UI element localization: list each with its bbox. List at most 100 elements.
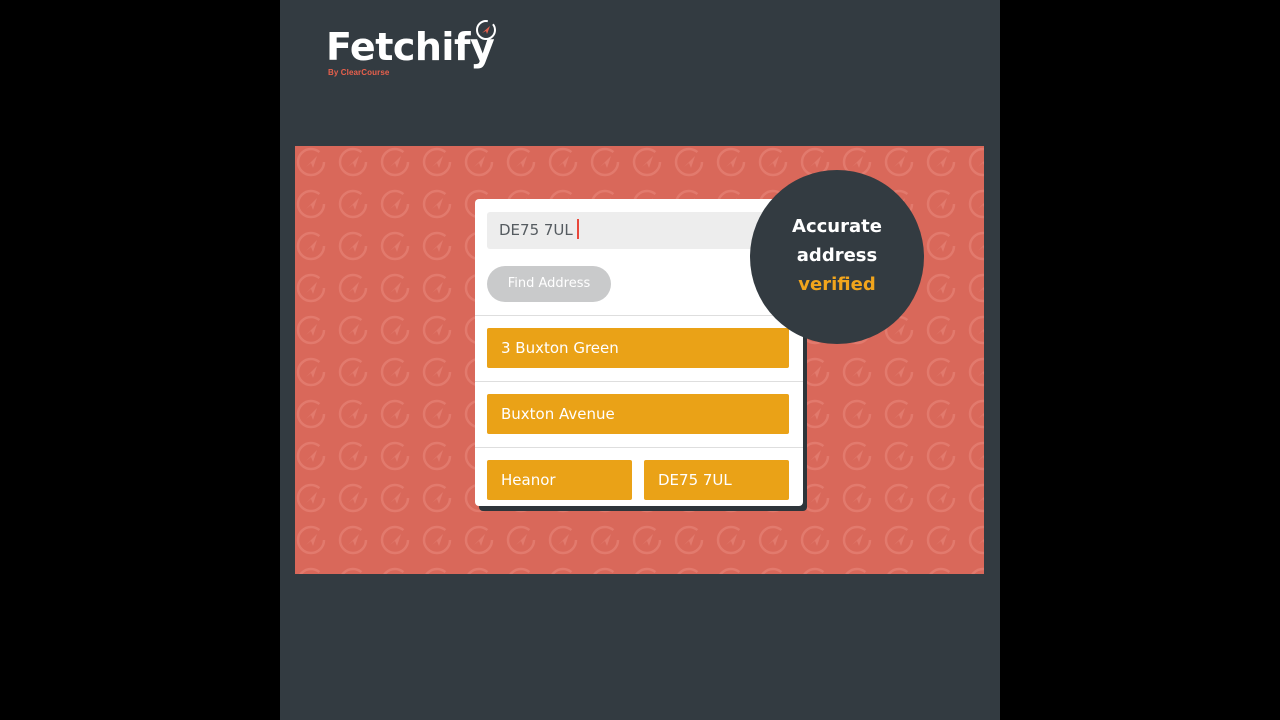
compass-icon — [422, 231, 452, 261]
compass-icon — [338, 357, 368, 387]
compass-icon — [338, 273, 368, 303]
compass-icon — [338, 441, 368, 471]
compass-icon — [422, 525, 452, 555]
compass-icon — [338, 147, 368, 177]
compass-icon — [803, 567, 827, 574]
compass-icon — [968, 147, 984, 177]
compass-icon — [926, 315, 956, 345]
compass-icon — [380, 231, 410, 261]
compass-icon — [296, 315, 326, 345]
town-field[interactable]: Heanor — [487, 460, 632, 500]
find-address-button[interactable]: Find Address — [487, 266, 611, 302]
compass-icon — [800, 399, 830, 429]
compass-icon — [422, 357, 452, 387]
compass-icon — [929, 567, 953, 574]
logo-wordmark: Fetchify — [326, 25, 495, 69]
compass-icon — [593, 567, 617, 574]
compass-icon — [422, 273, 452, 303]
callout-highlight: verified — [798, 274, 876, 295]
compass-icon — [758, 525, 788, 555]
compass-icon — [548, 147, 578, 177]
compass-icon — [338, 399, 368, 429]
callout-line-1: Accurate — [792, 216, 882, 237]
compass-icon — [422, 399, 452, 429]
compass-icon — [380, 189, 410, 219]
compass-icon — [800, 441, 830, 471]
compass-icon — [800, 525, 830, 555]
compass-icon — [677, 567, 701, 574]
compass-icon — [968, 525, 984, 555]
compass-icon — [506, 525, 536, 555]
compass-icon — [926, 189, 956, 219]
compass-icon — [296, 441, 326, 471]
compass-icon — [338, 315, 368, 345]
compass-icon — [422, 483, 452, 513]
postcode-field[interactable]: DE75 7UL — [644, 460, 789, 500]
compass-icon — [884, 483, 914, 513]
compass-icon — [884, 357, 914, 387]
compass-icon — [296, 483, 326, 513]
compass-icon — [551, 567, 575, 574]
compass-icon — [842, 483, 872, 513]
compass-icon — [968, 315, 984, 345]
divider — [475, 315, 803, 316]
compass-icon — [380, 273, 410, 303]
compass-icon — [548, 525, 578, 555]
compass-icon — [590, 525, 620, 555]
postcode-input-value: DE75 7UL — [499, 221, 573, 239]
compass-icon — [761, 567, 785, 574]
promo-banner: DE75 7UL Find Address 3 Buxton Green Bux… — [295, 146, 984, 574]
compass-icon — [299, 567, 323, 574]
postcode-input[interactable]: DE75 7UL — [487, 212, 783, 249]
compass-icon — [476, 20, 496, 40]
compass-icon — [338, 231, 368, 261]
compass-icon — [467, 567, 491, 574]
compass-icon — [887, 567, 911, 574]
compass-icon — [632, 147, 662, 177]
compass-icon — [842, 441, 872, 471]
compass-icon — [968, 273, 984, 303]
compass-icon — [422, 147, 452, 177]
compass-icon — [422, 315, 452, 345]
compass-icon — [380, 399, 410, 429]
compass-icon — [926, 525, 956, 555]
compass-icon — [296, 147, 326, 177]
address-line-2-field[interactable]: Buxton Avenue — [487, 394, 789, 434]
divider — [475, 447, 803, 448]
address-line-1-field[interactable]: 3 Buxton Green — [487, 328, 789, 368]
compass-icon — [968, 483, 984, 513]
compass-icon — [842, 357, 872, 387]
compass-icon — [968, 189, 984, 219]
compass-icon — [296, 525, 326, 555]
compass-icon — [884, 147, 914, 177]
compass-icon — [464, 525, 494, 555]
compass-icon — [968, 357, 984, 387]
compass-icon — [926, 147, 956, 177]
compass-icon — [296, 273, 326, 303]
compass-icon — [338, 189, 368, 219]
accurate-address-callout: Accurate address verified — [750, 170, 924, 344]
compass-icon — [884, 399, 914, 429]
compass-icon — [380, 315, 410, 345]
compass-icon — [296, 357, 326, 387]
compass-icon — [884, 525, 914, 555]
compass-icon — [341, 567, 365, 574]
compass-icon — [716, 147, 746, 177]
compass-icon — [380, 441, 410, 471]
video-frame: Fetchify By ClearCourse DE75 7UL Find Ad… — [280, 0, 1000, 720]
compass-icon — [296, 189, 326, 219]
compass-icon — [296, 399, 326, 429]
compass-icon — [632, 525, 662, 555]
compass-icon — [635, 567, 659, 574]
compass-icon — [380, 147, 410, 177]
callout-line-2: address — [796, 245, 878, 266]
compass-icon — [842, 525, 872, 555]
compass-icon — [968, 399, 984, 429]
compass-icon — [926, 399, 956, 429]
compass-icon — [422, 189, 452, 219]
compass-icon — [800, 357, 830, 387]
compass-icon — [380, 357, 410, 387]
compass-icon — [800, 483, 830, 513]
compass-icon — [425, 567, 449, 574]
compass-icon — [719, 567, 743, 574]
